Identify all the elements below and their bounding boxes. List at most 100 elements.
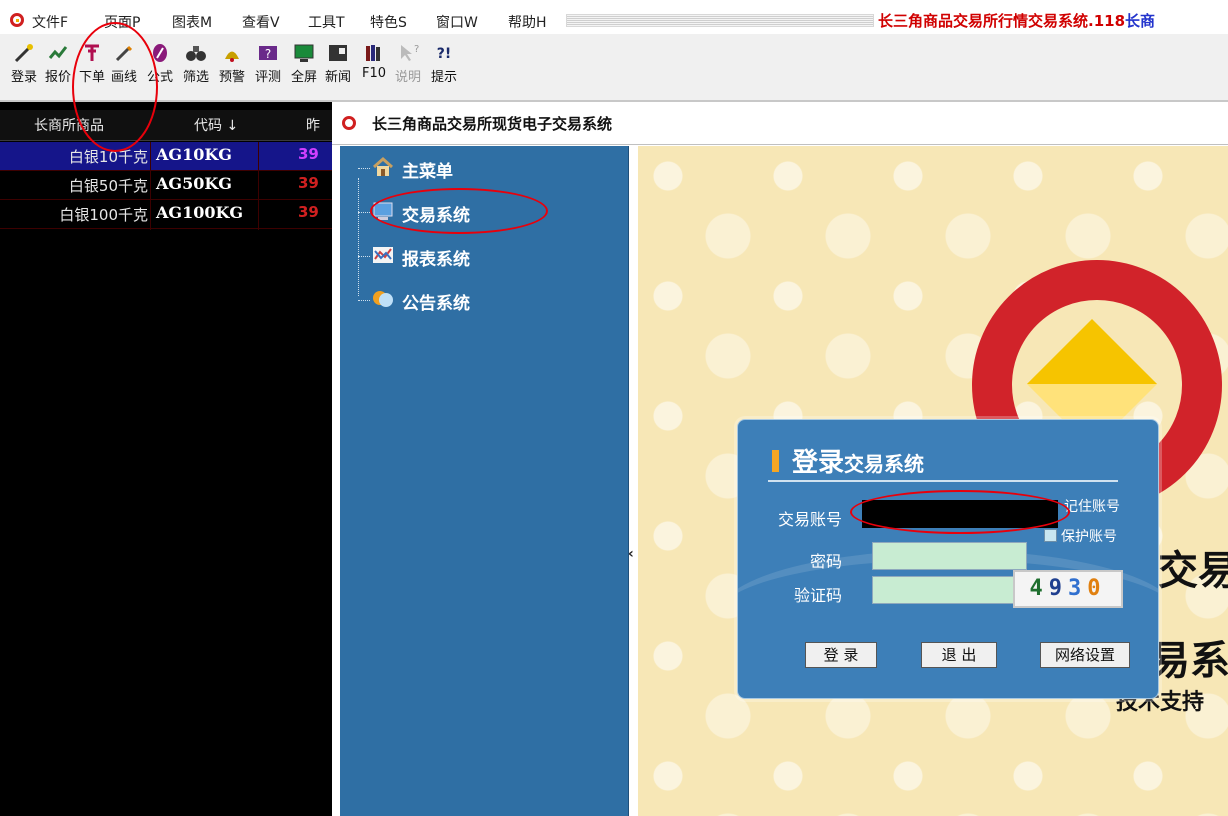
banner-text-2: 易系	[1150, 638, 1228, 684]
menu-special[interactable]: 特色S	[370, 12, 407, 32]
collapse-panel-button[interactable]: ‹	[628, 546, 638, 564]
account-label: 交易账号	[777, 510, 842, 529]
menu-chart[interactable]: 图表M	[172, 12, 212, 32]
quote-name: 白银10千克	[68, 148, 148, 166]
tips-icon: ?!	[433, 42, 455, 64]
subwindow-titlebar: 长三角商品交易所现货电子交易系统	[332, 102, 1228, 145]
quote-header: 长商所商品 代码 ↓ 昨	[0, 110, 332, 141]
subwindow-title: 长三角商品交易所现货电子交易系统	[372, 115, 613, 133]
login-toolbar-button[interactable]: 登录	[10, 38, 38, 96]
login-icon	[13, 42, 35, 64]
evaluate-toolbar-button[interactable]: ? 评测	[254, 38, 282, 96]
tree-label: 主菜单	[402, 162, 453, 182]
login-title: 登录交易系统	[792, 442, 924, 479]
login-divider	[768, 480, 1118, 482]
captcha-input[interactable]	[872, 576, 1027, 604]
toolbar-label: 评测	[254, 70, 281, 85]
tips-toolbar-button[interactable]: ?! 提示	[430, 38, 458, 96]
svg-text:?: ?	[265, 47, 271, 61]
login-title-accent	[772, 450, 779, 472]
login-title-big: 登录	[792, 448, 845, 478]
report-chart-icon	[372, 244, 394, 266]
news-toolbar-button[interactable]: 新闻	[324, 38, 352, 96]
formula-icon	[149, 42, 171, 64]
tree-label: 公告系统	[402, 294, 470, 314]
f10-toolbar-button[interactable]: F10	[360, 38, 388, 96]
toolbar-label: 预警	[218, 70, 245, 85]
tree-connector	[358, 178, 359, 296]
order-icon	[81, 42, 103, 64]
drawline-toolbar-button[interactable]: 画线	[110, 38, 138, 96]
account-input[interactable]	[862, 500, 1058, 528]
quote-toolbar-button[interactable]: 报价	[44, 38, 72, 96]
formula-toolbar-button[interactable]: 公式	[146, 38, 174, 96]
protect-account-label: 保护账号	[1061, 529, 1117, 545]
monitor-icon	[293, 42, 315, 64]
checkbox-box[interactable]	[1044, 529, 1057, 542]
binoculars-icon	[185, 42, 207, 64]
login-dialog: 登录交易系统 交易账号 记住账号 保护账号 密码 验证码 4930 登 录 退 …	[737, 419, 1159, 699]
tree-label: 报表系统	[402, 250, 470, 270]
menu-bar: 文件F 页面P 图表M 查看V 工具T 特色S 窗口W 帮助H 长三角商品交易所…	[0, 0, 1228, 34]
app-logo-icon	[10, 13, 24, 27]
toolbar-label: 筛选	[182, 70, 209, 85]
quote-name: 白银50千克	[68, 177, 148, 195]
banner-text-1: 交易	[1158, 548, 1228, 594]
password-input[interactable]	[872, 542, 1027, 570]
order-toolbar-button[interactable]: 下单	[78, 38, 106, 96]
toolbar-label: 画线	[110, 70, 137, 85]
protect-account-checkbox[interactable]: 保护账号	[1044, 526, 1117, 546]
menu-grip	[566, 14, 874, 27]
quote-row[interactable]: 白银10千克 AG10KG 39	[0, 142, 332, 171]
nav-tree: 主菜单 交易系统 报表系统 公告系统	[340, 146, 629, 816]
captcha-digit: 0	[1087, 576, 1107, 601]
filter-toolbar-button[interactable]: 筛选	[182, 38, 210, 96]
quote-row[interactable]: 白银100千克 AG100KG 39	[0, 200, 332, 229]
help-pointer-icon: ?	[397, 42, 419, 64]
column-header-code[interactable]: 代码 ↓	[194, 115, 238, 135]
quote-prev: 39	[298, 203, 319, 221]
manual-toolbar-button[interactable]: ? 说明	[394, 38, 422, 96]
toolbar-label: 说明	[394, 70, 421, 85]
menu-tools[interactable]: 工具T	[308, 12, 345, 32]
tree-label: 交易系统	[402, 206, 470, 226]
toolbar-label: 提示	[430, 70, 457, 85]
captcha-digit: 9	[1048, 576, 1068, 601]
menu-view[interactable]: 查看V	[242, 12, 280, 32]
column-header-name[interactable]: 长商所商品	[34, 115, 104, 135]
menu-page[interactable]: 页面P	[104, 12, 140, 32]
quote-icon	[47, 42, 69, 64]
exchange-logo-icon	[342, 116, 356, 130]
quote-panel: 长商所商品 代码 ↓ 昨 白银10千克 AG10KG 39 白银50千克 AG5…	[0, 102, 332, 816]
home-icon	[372, 156, 394, 178]
menu-help[interactable]: 帮助H	[508, 12, 547, 32]
toolbar: 登录 报价 下单 画线 公式 筛选 预警 ? 评测 全屏 新闻 F10 ? 说明…	[0, 34, 1228, 102]
quote-row[interactable]: 白银50千克 AG50KG 39	[0, 171, 332, 200]
fullscreen-toolbar-button[interactable]: 全屏	[290, 38, 318, 96]
quote-code: AG50KG	[156, 174, 232, 193]
captcha-label: 验证码	[793, 586, 842, 605]
password-label: 密码	[809, 552, 842, 571]
quote-name: 白银100千克	[59, 206, 148, 224]
menu-file[interactable]: 文件F	[32, 12, 68, 32]
pencil-icon	[113, 42, 135, 64]
app-title-tail: 长商	[1125, 12, 1156, 30]
exit-button[interactable]: 退 出	[921, 642, 997, 668]
alarm-toolbar-button[interactable]: 预警	[218, 38, 246, 96]
remember-account-label[interactable]: 记住账号	[1064, 496, 1120, 516]
menu-window[interactable]: 窗口W	[436, 12, 478, 32]
app-title-text: 长三角商品交易所行情交易系统.118	[878, 12, 1126, 30]
captcha-image[interactable]: 4930	[1013, 570, 1123, 608]
svg-text:?: ?	[414, 44, 419, 55]
login-button[interactable]: 登 录	[805, 642, 877, 668]
svg-text:?!: ?!	[437, 46, 452, 62]
column-header-prev[interactable]: 昨	[306, 115, 320, 135]
column-divider	[258, 142, 259, 230]
evaluate-icon: ?	[257, 42, 279, 64]
network-settings-button[interactable]: 网络设置	[1040, 642, 1130, 668]
quote-code: AG100KG	[156, 203, 244, 222]
trading-subwindow: 长三角商品交易所现货电子交易系统 主菜单 交易系统 报表系统 公告系统 ‹ 交易…	[332, 102, 1228, 816]
login-title-small: 交易系统	[844, 452, 925, 476]
toolbar-label: 新闻	[324, 70, 351, 85]
speech-bubble-icon	[372, 288, 394, 310]
